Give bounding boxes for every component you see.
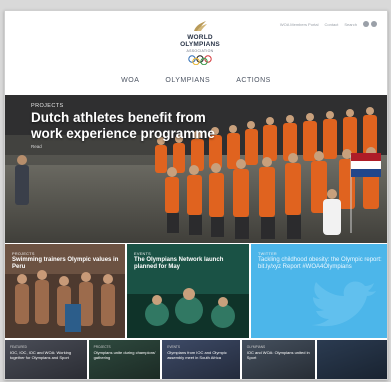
hero-read-link[interactable]: Read xyxy=(31,144,231,149)
bottom-tile-3[interactable]: EVENTS Olympians from IOC and Olympic as… xyxy=(162,340,240,379)
olympic-rings-icon xyxy=(188,55,212,65)
bottom-tile-4[interactable]: OLYMPIANS IOC and WOA: Olympians united … xyxy=(241,340,316,379)
hero-feature[interactable]: PROJECTS Dutch athletes benefit from wor… xyxy=(5,95,387,243)
nav-woa[interactable]: WOA xyxy=(121,77,139,84)
bottom-tile-title[interactable]: Olympians unite during champions' gather… xyxy=(94,350,158,360)
bottom-tile-text: PROJECTS Olympians unite during champion… xyxy=(94,345,158,360)
nav-actions[interactable]: ACTIONS xyxy=(236,77,271,84)
social-icons xyxy=(363,21,377,27)
secondary-tiles: FEATURED IOC, IOC, IOC and WOA: Working … xyxy=(5,340,387,379)
logo-line-olympians: OLYMPIANS xyxy=(180,41,220,48)
bottom-tile-text: OLYMPIANS IOC and WOA: Olympians united … xyxy=(247,345,313,360)
contact-link[interactable]: Contact xyxy=(325,22,339,27)
bottom-tile-category: EVENTS xyxy=(167,345,180,349)
tile-network-text: EVENTS The Olympians Network launch plan… xyxy=(134,252,243,271)
hero-category: PROJECTS xyxy=(31,103,64,109)
bottom-tile-5[interactable] xyxy=(317,340,387,379)
logo-line-association: ASSOCIATION xyxy=(186,49,214,53)
flame-logo-icon xyxy=(194,21,207,31)
tweet-text[interactable]: Tackling childhood obesity: the Olympic … xyxy=(258,257,383,271)
search-link[interactable]: Search xyxy=(344,22,357,27)
top-utility-links: WOA Members Portal Contact Search xyxy=(280,21,377,27)
site-header: WORLD OLYMPIANS ASSOCIATION WOA Members … xyxy=(5,11,387,95)
bottom-tile-title[interactable]: Olympians from IOC and Olympic assembly … xyxy=(167,350,237,360)
tile-title[interactable]: The Olympians Network launch planned for… xyxy=(134,257,243,271)
tile-title[interactable]: Swimming trainers Olympic values in Peru xyxy=(12,257,119,271)
bottom-tile-text xyxy=(322,345,386,346)
nav-olympians[interactable]: OLYMPIANS xyxy=(165,77,210,84)
tile-twitter-text: TWITTER Tackling childhood obesity: the … xyxy=(258,252,383,271)
tile-category: EVENTS xyxy=(134,252,151,256)
tile-peru-swimming[interactable]: PROJECTS Swimming trainers Olympic value… xyxy=(5,244,125,338)
bottom-tile-category: FEATURED xyxy=(10,345,27,349)
woa-logo[interactable]: WORLD OLYMPIANS ASSOCIATION xyxy=(155,19,245,65)
facebook-icon[interactable] xyxy=(363,21,369,27)
bottom-tile-text: EVENTS Olympians from IOC and Olympic as… xyxy=(167,345,237,360)
browser-page: WORLD OLYMPIANS ASSOCIATION WOA Members … xyxy=(4,10,388,380)
main-nav: WOA OLYMPIANS ACTIONS xyxy=(5,77,387,84)
bottom-tile-text: FEATURED IOC, IOC, IOC and WOA: Working … xyxy=(10,345,84,360)
featured-tiles: PROJECTS Swimming trainers Olympic value… xyxy=(5,244,387,338)
logo-line-world: WORLD xyxy=(187,34,213,41)
bottom-tile-category: PROJECTS xyxy=(93,345,111,349)
tile-olympians-network[interactable]: EVENTS The Olympians Network launch plan… xyxy=(127,244,249,338)
bottom-tile-category: OLYMPIANS xyxy=(246,345,266,349)
tile-category: TWITTER xyxy=(258,252,277,256)
bottom-tile-1[interactable]: FEATURED IOC, IOC, IOC and WOA: Working … xyxy=(5,340,87,379)
members-portal-link[interactable]: WOA Members Portal xyxy=(280,22,319,27)
tile-twitter[interactable]: TWITTER Tackling childhood obesity: the … xyxy=(251,244,387,338)
bottom-tile-title[interactable]: IOC, IOC, IOC and WOA: Working together … xyxy=(10,350,84,360)
tile-category: PROJECTS xyxy=(12,252,35,256)
bottom-tile-title[interactable]: IOC and WOA: Olympians united in Sport xyxy=(247,350,313,360)
bottom-tile-2[interactable]: PROJECTS Olympians unite during champion… xyxy=(88,340,161,379)
tile-peru-text: PROJECTS Swimming trainers Olympic value… xyxy=(12,252,119,271)
hero-title[interactable]: Dutch athletes benefit from work experie… xyxy=(31,110,231,142)
hero-caption: PROJECTS Dutch athletes benefit from wor… xyxy=(31,103,231,149)
twitter-icon[interactable] xyxy=(371,21,377,27)
